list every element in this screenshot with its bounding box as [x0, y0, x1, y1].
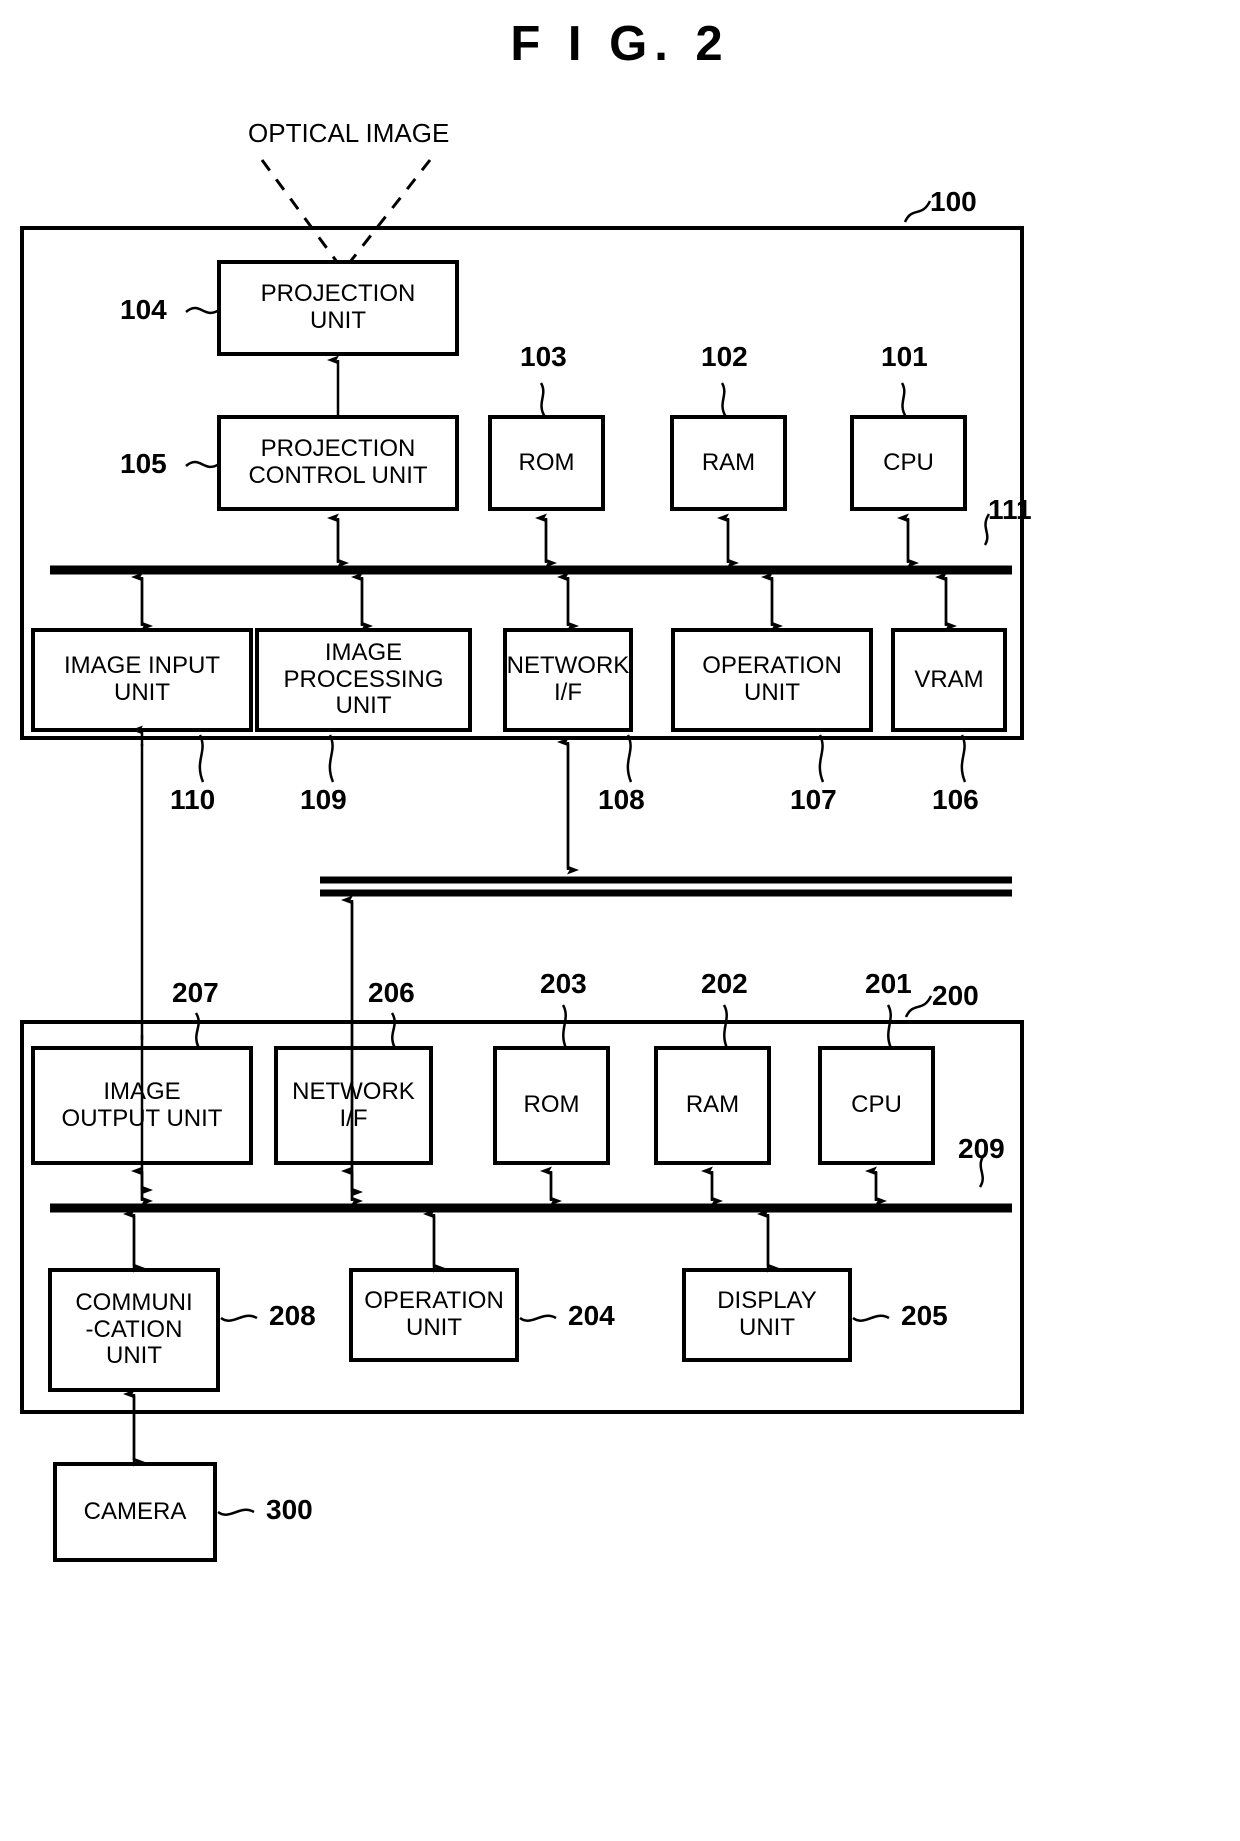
- leader-108: [626, 734, 633, 783]
- box-camera: [53, 1462, 217, 1562]
- optical-image-label: OPTICAL IMAGE: [248, 118, 450, 148]
- leader-100: [903, 200, 932, 223]
- ref-206: 206: [368, 977, 415, 1008]
- box-controller-cpu: [818, 1046, 935, 1165]
- box-controller-operation-unit: [349, 1268, 519, 1362]
- ref-202: 202: [701, 968, 748, 999]
- leader-105: [185, 460, 220, 469]
- leader-204: [519, 1314, 557, 1322]
- box-projector-ram: [670, 415, 787, 511]
- controller-bus-downlinks: [123, 1209, 779, 1273]
- leader-202: [722, 1004, 729, 1049]
- ref-204: 204: [568, 1300, 615, 1331]
- ref-201: 201: [865, 968, 912, 999]
- leader-109: [328, 734, 335, 783]
- box-projector-network-if: [503, 628, 633, 732]
- leader-102: [720, 382, 728, 418]
- ref-200: 200: [932, 980, 979, 1011]
- leader-205: [852, 1314, 890, 1322]
- projector-bus-uplinks: [327, 513, 919, 568]
- box-vram: [891, 628, 1007, 732]
- leader-201: [886, 1004, 893, 1049]
- leader-206: [390, 1012, 397, 1049]
- ref-101: 101: [881, 341, 928, 372]
- leader-110: [198, 734, 205, 783]
- ref-207: 207: [172, 977, 219, 1008]
- leader-207: [194, 1012, 201, 1049]
- optical-image-rays: [260, 159, 432, 263]
- leader-101: [900, 382, 908, 418]
- box-image-processing-unit: [255, 628, 472, 732]
- leader-104: [185, 306, 220, 315]
- box-projection-control-unit: [217, 415, 459, 511]
- ref-108: 108: [598, 784, 645, 815]
- leader-103: [539, 382, 547, 418]
- controller-bus-uplinks: [131, 1166, 887, 1206]
- ref-107: 107: [790, 784, 837, 815]
- box-projector-cpu: [850, 415, 967, 511]
- ref-208: 208: [269, 1300, 316, 1331]
- box-communication-unit: [48, 1268, 220, 1392]
- ref-203: 203: [540, 968, 587, 999]
- ref-205: 205: [901, 1300, 948, 1331]
- box-display-unit: [682, 1268, 852, 1362]
- ref-103: 103: [520, 341, 567, 372]
- ref-102: 102: [701, 341, 748, 372]
- leader-106: [960, 734, 967, 783]
- ref-106: 106: [932, 784, 979, 815]
- figure-root: F I G. 2 OPTICAL IMAGE PROJECTION UNIT P…: [0, 0, 1240, 1841]
- leader-107: [818, 734, 825, 783]
- ref-300: 300: [266, 1494, 313, 1525]
- ref-110: 110: [170, 784, 216, 815]
- ref-104: 104: [120, 294, 167, 325]
- box-projector-rom: [488, 415, 605, 511]
- ref-209: 209: [958, 1133, 1005, 1164]
- diagram-canvas: [20, 159, 1024, 1562]
- ref-105: 105: [120, 448, 167, 479]
- leader-208: [220, 1314, 258, 1322]
- box-projection-unit: [217, 260, 459, 356]
- projector-bus-downlinks: [131, 572, 957, 631]
- ref-111: 111: [988, 494, 1032, 525]
- leader-203: [561, 1004, 568, 1049]
- controller-enclosure: [20, 1020, 1024, 1414]
- leader-300: [217, 1508, 255, 1516]
- ref-109: 109: [300, 784, 347, 815]
- box-image-input-unit: [31, 628, 253, 732]
- box-controller-ram: [654, 1046, 771, 1165]
- ref-100: 100: [930, 186, 977, 217]
- box-controller-network-if: [274, 1046, 433, 1165]
- box-projector-operation-unit: [671, 628, 873, 732]
- box-controller-rom: [493, 1046, 610, 1165]
